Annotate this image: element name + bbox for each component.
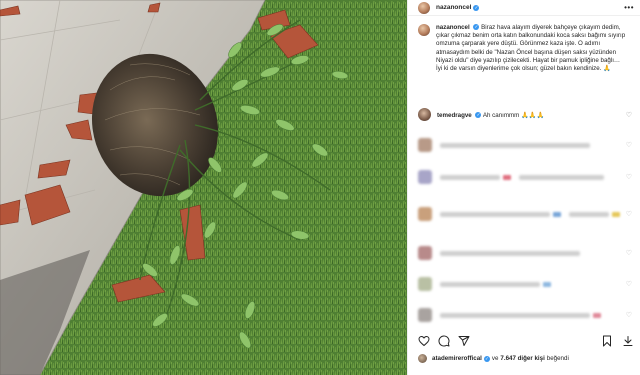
- caption-author-avatar[interactable]: [418, 24, 430, 36]
- blurred-comment-text: [569, 211, 609, 217]
- comment-username[interactable]: temedragve: [437, 112, 472, 119]
- blurred-comment-text: [440, 142, 590, 148]
- comment-body: Ah canımmm 🙏🙏🙏: [482, 111, 545, 119]
- liker-avatar[interactable]: [418, 354, 427, 363]
- blurred-avatar: [418, 138, 432, 152]
- blurred-avatar: [418, 207, 432, 221]
- blurred-emoji: [553, 211, 561, 217]
- comment-like-heart-icon[interactable]: ♡: [626, 111, 632, 119]
- blurred-avatar: [418, 277, 432, 291]
- comment-like-heart-icon[interactable]: ♡: [626, 173, 632, 181]
- likes-suffix: beğendi: [546, 355, 569, 362]
- post-caption: nazanoncel ✓ Biraz hava alayım diyerek b…: [408, 16, 640, 73]
- comment-like-heart-icon[interactable]: ♡: [626, 311, 632, 319]
- share-icon[interactable]: [458, 335, 470, 347]
- comment-text-block: temedragve ✓ Ah canımmm 🙏🙏🙏: [437, 111, 544, 119]
- likes-summary: atademireroffical ✓ ve 7.647 diğer kişi …: [418, 354, 569, 363]
- caption-username[interactable]: nazanoncel: [436, 24, 470, 31]
- comment-like-heart-icon[interactable]: ♡: [626, 210, 632, 218]
- post-action-bar: [418, 335, 634, 347]
- blurred-emoji: [543, 281, 551, 287]
- blurred-comment-text: [519, 174, 604, 180]
- likes-count[interactable]: 7.647 diğer kişi: [500, 355, 544, 362]
- commenter-avatar[interactable]: [418, 108, 431, 121]
- blurred-emoji: [593, 312, 601, 318]
- blurred-comment-row: ♡: [418, 246, 632, 260]
- post-photo[interactable]: [0, 0, 407, 375]
- post-header: nazanoncel ✓ •••: [408, 0, 640, 16]
- blurred-comment-row: ♡: [418, 138, 632, 152]
- verified-badge-icon: ✓: [473, 4, 480, 11]
- comment-verified-badge-icon: ✓: [475, 111, 482, 118]
- download-icon[interactable]: [622, 335, 634, 347]
- comment-like-heart-icon[interactable]: ♡: [626, 280, 632, 288]
- caption-verified-badge-icon: ✓: [473, 24, 480, 31]
- liker-verified-badge-icon: ✓: [483, 355, 490, 362]
- blurred-emoji: [503, 174, 511, 180]
- blurred-comment-text: [440, 312, 590, 318]
- liker-username[interactable]: atademireroffical: [432, 355, 482, 362]
- comment-like-heart-icon[interactable]: ♡: [626, 141, 632, 149]
- blurred-comment-row: ♡: [418, 277, 632, 291]
- author-avatar[interactable]: [418, 1, 430, 14]
- blurred-comment-row: ♡: [418, 207, 632, 221]
- comment-row: temedragve ✓ Ah canımmm 🙏🙏🙏 ♡: [408, 108, 640, 121]
- comment-icon[interactable]: [438, 335, 450, 347]
- blurred-comment-text: [440, 281, 540, 287]
- post-side-panel: nazanoncel ✓ ••• nazanoncel ✓ Biraz hava…: [407, 0, 640, 375]
- blurred-comment-text: [440, 211, 550, 217]
- caption-body-line2: İyi ki de varsın diyenlerime çok olsun; …: [436, 65, 611, 73]
- bookmark-icon[interactable]: [601, 335, 613, 347]
- blurred-comment-row: ♡: [418, 170, 632, 184]
- blurred-emoji: [612, 211, 620, 217]
- blurred-comment-text: [440, 250, 580, 256]
- blurred-avatar: [418, 308, 432, 322]
- blurred-comment-text: [440, 174, 500, 180]
- caption-text-block: nazanoncel ✓ Biraz hava alayım diyerek b…: [436, 24, 632, 73]
- photo-scene: [0, 0, 407, 375]
- author-username[interactable]: nazanoncel: [436, 4, 471, 11]
- heart-icon[interactable]: [418, 335, 430, 347]
- likes-conjunction: ve: [491, 355, 499, 362]
- comment-like-heart-icon[interactable]: ♡: [626, 249, 632, 257]
- blurred-avatar: [418, 246, 432, 260]
- blurred-comment-row: ♡: [418, 308, 632, 322]
- blurred-avatar: [418, 170, 432, 184]
- more-horizontal-icon[interactable]: •••: [624, 3, 634, 12]
